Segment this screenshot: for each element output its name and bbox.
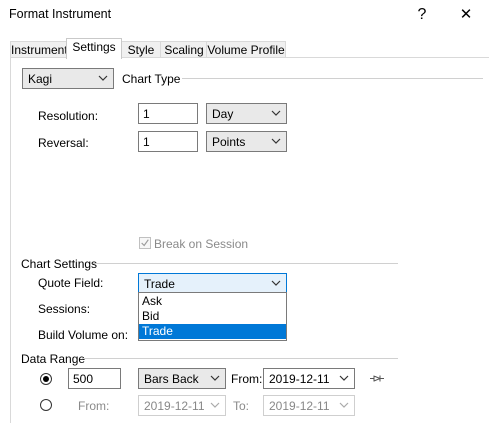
bars-mode-select[interactable]: Bars Back: [138, 368, 226, 389]
resolution-input[interactable]: 1: [138, 103, 198, 124]
date-range-to-label: To:: [233, 399, 250, 413]
build-volume-label: Build Volume on:: [38, 328, 129, 342]
resolution-label: Resolution:: [38, 109, 99, 123]
bars-mode-value: Bars Back: [144, 372, 199, 386]
resolution-value: 1: [143, 107, 150, 121]
chart-type-value: Kagi: [28, 72, 53, 86]
date-range-radio[interactable]: [40, 399, 52, 411]
chevron-down-icon: [210, 375, 220, 381]
bars-from-label: From:: [231, 372, 263, 386]
chevron-down-icon: [339, 402, 349, 408]
reversal-label: Reversal:: [38, 136, 89, 150]
chart-type-divider: [182, 78, 483, 79]
date-range-to-picker[interactable]: 2019-12-11: [263, 395, 355, 416]
reversal-value: 1: [143, 135, 150, 149]
sessions-label: Sessions:: [38, 302, 91, 316]
date-range-to-value: 2019-12-11: [269, 399, 330, 413]
bars-count-input[interactable]: 500: [68, 368, 121, 389]
tab-strip: Instrument Settings Style Scaling Volume…: [0, 38, 489, 59]
bars-back-radio[interactable]: [40, 373, 52, 385]
bars-from-date-picker[interactable]: 2019-12-11: [263, 368, 355, 389]
chevron-down-icon: [271, 280, 281, 286]
reversal-unit-value: Points: [212, 135, 246, 149]
date-range-from-label: From:: [78, 399, 110, 413]
data-range-divider: [82, 358, 398, 359]
help-button[interactable]: ?: [407, 2, 437, 28]
chart-settings-heading: Chart Settings: [21, 257, 98, 271]
checkmark-icon: [141, 239, 149, 247]
chevron-down-icon: [98, 75, 108, 81]
chevron-down-icon: [339, 375, 349, 381]
chart-settings-divider: [93, 263, 398, 264]
reversal-input[interactable]: 1: [138, 131, 198, 152]
dropdown-option-ask[interactable]: Ask: [139, 294, 286, 309]
chevron-down-icon: [210, 402, 220, 408]
bars-from-date-value: 2019-12-11: [269, 372, 330, 386]
tab-settings[interactable]: Settings: [66, 38, 122, 59]
break-on-session-checkbox[interactable]: [139, 237, 151, 249]
chart-type-select[interactable]: Kagi: [22, 68, 114, 89]
dropdown-option-trade[interactable]: Trade: [139, 324, 286, 339]
reversal-unit-select[interactable]: Points: [206, 131, 287, 152]
close-button[interactable]: ✕: [451, 2, 481, 28]
break-on-session-label: Break on Session: [154, 237, 249, 251]
pin-icon[interactable]: [369, 374, 385, 383]
window-title: Format Instrument: [9, 7, 112, 21]
quote-field-value: Trade: [144, 277, 175, 291]
chevron-down-icon: [271, 138, 281, 144]
data-range-heading: Data Range: [21, 352, 86, 366]
dropdown-option-bid[interactable]: Bid: [139, 309, 286, 324]
quote-field-label: Quote Field:: [38, 276, 104, 290]
date-range-from-picker[interactable]: 2019-12-11: [138, 395, 226, 416]
date-range-from-value: 2019-12-11: [144, 399, 205, 413]
resolution-unit-value: Day: [212, 107, 234, 121]
quote-field-select[interactable]: Trade: [138, 273, 287, 294]
chevron-down-icon: [271, 110, 281, 116]
quote-field-dropdown: Ask Bid Trade: [138, 292, 287, 341]
resolution-unit-select[interactable]: Day: [206, 103, 287, 124]
bars-count-value: 500: [73, 372, 94, 386]
chart-type-label: Chart Type: [122, 72, 181, 86]
